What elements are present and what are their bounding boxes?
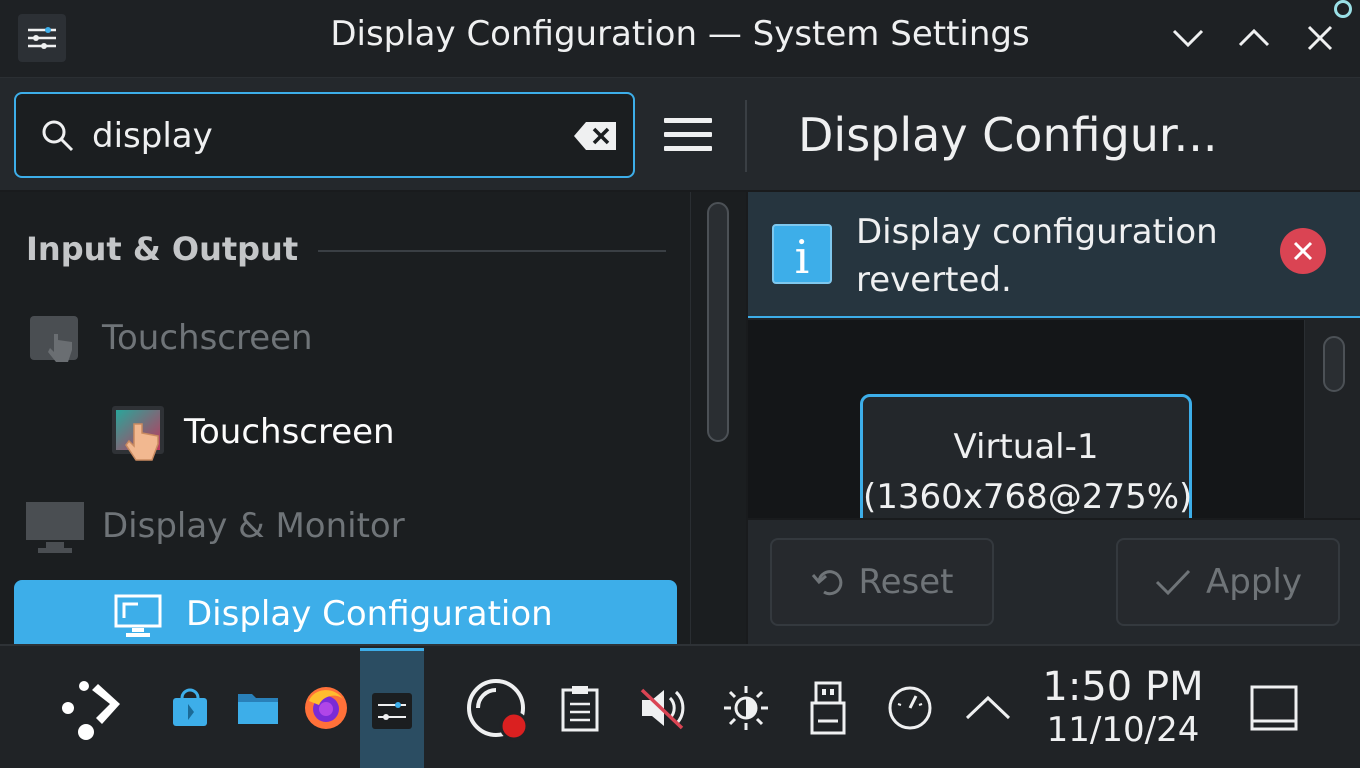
close-icon xyxy=(1307,25,1333,51)
screen-recorder-icon xyxy=(467,679,529,741)
sidebar-item-label: Display Configuration xyxy=(186,594,553,634)
dismiss-banner-button[interactable] xyxy=(1280,228,1326,274)
section-divider xyxy=(318,250,666,252)
tray-expand-button[interactable] xyxy=(952,672,1024,744)
header-divider xyxy=(745,100,747,172)
taskbar-discover[interactable] xyxy=(154,672,226,744)
sidebar-item-display-configuration[interactable]: Display Configuration xyxy=(14,580,677,644)
screen-layout-canvas[interactable]: Virtual-1 (1360x768@275%) xyxy=(748,320,1304,518)
title-bar: Display Configuration — System Settings xyxy=(0,0,1360,78)
output-name: Virtual-1 xyxy=(953,427,1099,467)
tray-volume[interactable] xyxy=(626,672,698,744)
sidebar-category-touchscreen[interactable]: Touchscreen xyxy=(0,300,690,380)
maximize-button[interactable] xyxy=(1234,18,1274,58)
banner-message: Display configuration reverted. xyxy=(856,212,1218,300)
show-desktop-icon xyxy=(1250,685,1298,731)
minimize-button[interactable] xyxy=(1168,18,1208,58)
canvas-scrollbar[interactable] xyxy=(1304,320,1360,518)
sidebar: Input & Output Touchscreen Touchscreen D… xyxy=(0,192,690,644)
info-banner: i Display configuration reverted. xyxy=(748,192,1360,318)
sidebar-item-label: Touchscreen xyxy=(184,412,395,452)
taskbar-firefox[interactable] xyxy=(290,672,362,744)
button-footer: Reset Apply xyxy=(748,518,1360,644)
discover-store-icon xyxy=(173,688,207,726)
sidebar-category-display-monitor[interactable]: Display & Monitor xyxy=(0,488,690,568)
canvas-scroll-thumb[interactable] xyxy=(1323,336,1345,392)
show-desktop-button[interactable] xyxy=(1238,672,1310,744)
info-icon: i xyxy=(772,224,832,284)
checkmark-icon xyxy=(1155,569,1191,596)
tray-power-profile[interactable] xyxy=(874,672,946,744)
tray-screen-recorder[interactable] xyxy=(462,674,534,746)
usb-drive-icon xyxy=(810,681,846,735)
sidebar-item-label: Touchscreen xyxy=(102,318,313,358)
chevron-up-icon xyxy=(1238,28,1270,47)
page-title: Display Configur... xyxy=(798,108,1218,162)
tray-removable-devices[interactable] xyxy=(792,672,864,744)
clipboard-icon xyxy=(561,686,599,732)
sidebar-section-title: Input & Output xyxy=(26,230,299,268)
main-panel: i Display configuration reverted. Virtua… xyxy=(746,192,1360,644)
performance-gauge-icon xyxy=(888,686,932,730)
hamburger-menu-icon[interactable] xyxy=(664,118,712,154)
brightness-icon xyxy=(724,686,768,730)
undo-icon xyxy=(811,570,842,596)
tray-brightness[interactable] xyxy=(710,672,782,744)
touchscreen-category-icon xyxy=(30,316,78,362)
taskbar: 1:50 PM 11/10/24 xyxy=(0,644,1360,768)
expand-tray-icon xyxy=(965,695,1011,720)
application-launcher-icon xyxy=(62,681,120,740)
file-manager-icon xyxy=(238,694,278,724)
apply-button[interactable]: Apply xyxy=(1116,538,1340,626)
search-field[interactable] xyxy=(14,92,635,178)
application-launcher-button[interactable] xyxy=(58,670,130,742)
notification-indicator xyxy=(1334,0,1352,18)
search-input[interactable] xyxy=(92,108,552,164)
sidebar-scroll-thumb[interactable] xyxy=(707,202,729,442)
taskbar-file-manager[interactable] xyxy=(222,672,294,744)
output-resolution: (1360x768@275%) xyxy=(863,477,1193,517)
tray-clipboard[interactable] xyxy=(544,672,616,744)
taskbar-system-settings-active[interactable] xyxy=(360,648,424,768)
reset-button[interactable]: Reset xyxy=(770,538,994,626)
header-toolbar: Display Configur... xyxy=(0,78,1360,192)
close-icon xyxy=(1293,241,1313,261)
reset-label: Reset xyxy=(858,562,954,602)
sidebar-item-label: Display & Monitor xyxy=(102,506,405,546)
close-window-button[interactable] xyxy=(1300,18,1340,58)
touchscreen-icon xyxy=(112,406,164,461)
clear-search-icon[interactable] xyxy=(572,120,618,152)
monitor-category-icon xyxy=(26,502,84,553)
window-title: Display Configuration — System Settings xyxy=(330,14,1030,54)
output-virtual-1[interactable]: Virtual-1 (1360x768@275%) xyxy=(860,394,1192,518)
clock-time[interactable]: 1:50 PM xyxy=(1036,664,1210,710)
firefox-icon xyxy=(305,687,347,729)
sidebar-item-touchscreen[interactable]: Touchscreen xyxy=(0,394,690,474)
chevron-down-icon xyxy=(1172,29,1204,48)
search-icon xyxy=(42,120,74,152)
volume-muted-icon xyxy=(640,688,685,730)
clock-date[interactable]: 11/10/24 xyxy=(1036,710,1210,750)
apply-label: Apply xyxy=(1206,562,1302,602)
system-settings-icon xyxy=(372,693,412,729)
sidebar-scrollbar[interactable] xyxy=(690,192,746,644)
display-configuration-icon xyxy=(114,594,162,637)
